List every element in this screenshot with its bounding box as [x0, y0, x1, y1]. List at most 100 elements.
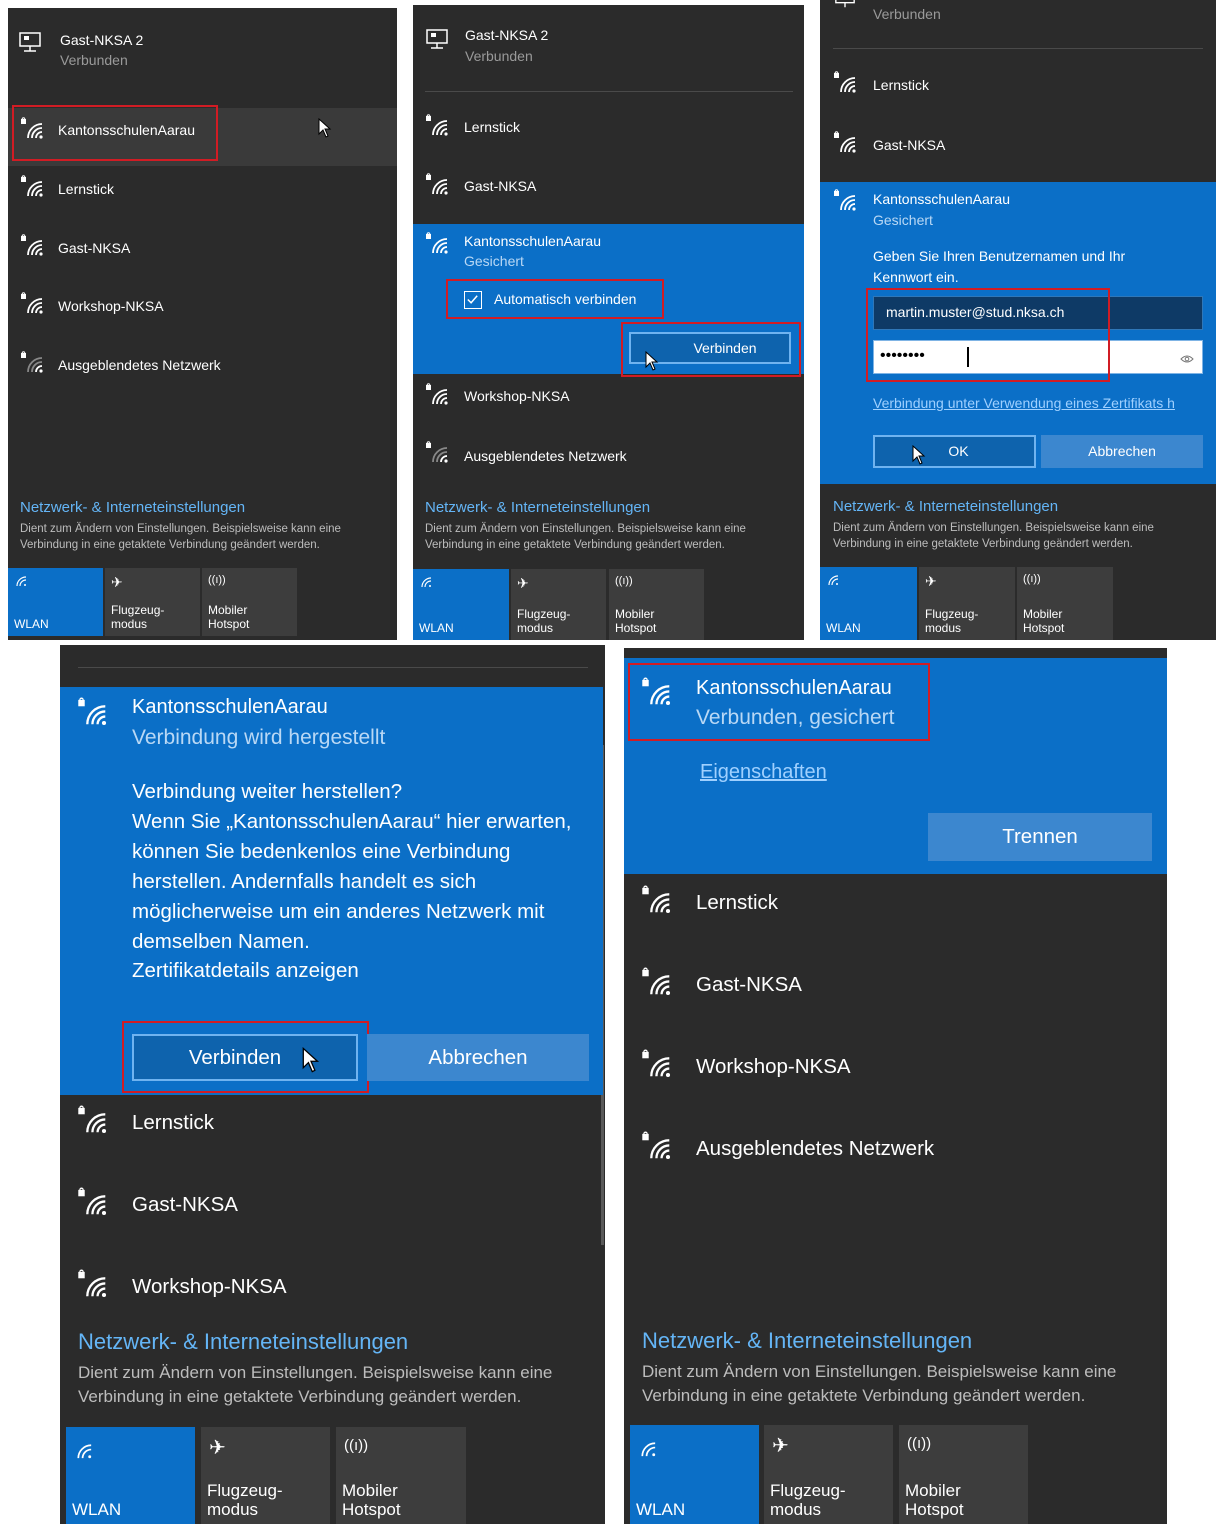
ok-button-label: OK: [948, 443, 969, 459]
wifi-lock-icon: [641, 966, 677, 1002]
hotspot-label: Mobiler Hotspot: [208, 603, 250, 632]
network-name-gast[interactable]: Gast-NKSA: [464, 178, 536, 194]
ethernet-icon: [834, 0, 856, 10]
hotspot-tile[interactable]: ((ı)) Mobiler Hotspot: [1017, 567, 1113, 640]
network-name-gast[interactable]: Gast-NKSA: [58, 240, 130, 256]
wlan-label: WLAN: [826, 621, 861, 636]
airplane-tile[interactable]: ✈ Flugzeug- modus: [105, 568, 200, 636]
settings-link[interactable]: Netzwerk- & Interneteinstellungen: [20, 499, 245, 516]
disconnect-button-label: Trennen: [1002, 825, 1078, 848]
network-name-kantons: KantonsschulenAarau: [132, 696, 328, 718]
network-status: Verbunden: [465, 48, 533, 64]
certificate-link[interactable]: Verbindung unter Verwendung eines Zertif…: [873, 395, 1203, 411]
network-status: Gesichert: [873, 212, 933, 228]
hotspot-icon: ((ı)): [208, 574, 226, 586]
airplane-icon: ✈: [517, 575, 529, 591]
wifi-lock-icon: [425, 113, 453, 141]
wlan-tile[interactable]: WLAN: [413, 569, 509, 640]
wlan-label: WLAN: [14, 617, 49, 632]
settings-link[interactable]: Netzwerk- & Interneteinstellungen: [642, 1328, 972, 1354]
eye-icon[interactable]: [1180, 351, 1194, 369]
highlight-box: [446, 279, 664, 319]
highlight-box: [122, 1021, 369, 1093]
airplane-icon: ✈: [772, 1435, 789, 1457]
panel-2: Gast-NKSA 2 Verbunden Lernstick Gast-NKS…: [413, 5, 804, 640]
airplane-tile[interactable]: ✈ Flugzeug- modus: [764, 1425, 893, 1524]
wlan-label: WLAN: [419, 621, 454, 636]
wifi-icon: [419, 575, 433, 594]
settings-link[interactable]: Netzwerk- & Interneteinstellungen: [78, 1329, 408, 1355]
network-name-lernstick[interactable]: Lernstick: [873, 77, 929, 93]
network-name-lernstick[interactable]: Lernstick: [132, 1111, 214, 1135]
airplane-icon: ✈: [209, 1437, 226, 1459]
settings-desc: Dient zum Ändern von Einstellungen. Beis…: [425, 523, 746, 551]
hotspot-tile[interactable]: ((ı)) Mobiler Hotspot: [609, 569, 704, 640]
separator: [78, 667, 588, 668]
hotspot-tile[interactable]: ((ı)) Mobiler Hotspot: [899, 1425, 1028, 1524]
network-name-workshop[interactable]: Workshop-NKSA: [696, 1055, 851, 1079]
wifi-lock-icon: [641, 884, 677, 920]
mouse-cursor-icon: [318, 117, 332, 143]
airplane-label: Flugzeug- modus: [770, 1480, 846, 1520]
wlan-tile[interactable]: WLAN: [66, 1427, 195, 1524]
certificate-details-link[interactable]: Zertifikatdetails anzeigen: [132, 956, 359, 986]
network-name-lernstick[interactable]: Lernstick: [58, 181, 114, 197]
cancel-button[interactable]: Abbrechen: [1041, 435, 1203, 468]
airplane-icon: ✈: [925, 573, 937, 589]
network-status: Verbunden: [60, 52, 128, 68]
properties-link[interactable]: Eigenschaften: [700, 761, 827, 784]
settings-link[interactable]: Netzwerk- & Interneteinstellungen: [425, 499, 650, 516]
airplane-tile[interactable]: ✈ Flugzeug- modus: [201, 1427, 330, 1524]
connect-question: Verbindung weiter herstellen?: [132, 780, 403, 803]
wifi-lock-icon: [833, 188, 861, 216]
ok-button[interactable]: OK: [873, 435, 1036, 468]
wifi-lock-icon: [425, 231, 453, 259]
highlight-box: [866, 288, 1110, 382]
connect-explanation: Wenn Sie „KantonsschulenAarau“ hier erwa…: [132, 810, 572, 953]
network-name-lernstick[interactable]: Lernstick: [696, 891, 778, 915]
mouse-cursor-icon: [912, 444, 926, 470]
airplane-tile[interactable]: ✈ Flugzeug- modus: [919, 567, 1015, 640]
airplane-label: Flugzeug- modus: [207, 1480, 283, 1520]
highlight-box: [12, 105, 218, 161]
wifi-lock-icon: [20, 291, 48, 319]
wifi-lock-icon: [77, 1268, 113, 1304]
network-name-gast2: Gast-NKSA 2: [60, 32, 144, 48]
network-name-hidden[interactable]: Ausgeblendetes Netzwerk: [696, 1137, 934, 1161]
network-name-hidden[interactable]: Ausgeblendetes Netzwerk: [58, 357, 221, 373]
network-status: Gesichert: [464, 253, 524, 269]
hotspot-tile[interactable]: ((ı)) Mobiler Hotspot: [336, 1427, 466, 1524]
wifi-lock-icon: [425, 382, 453, 410]
disconnect-button[interactable]: Trennen: [928, 813, 1152, 861]
airplane-label: Flugzeug- modus: [925, 607, 979, 636]
network-name-hidden[interactable]: Ausgeblendetes Netzwerk: [464, 448, 627, 464]
wifi-lock-icon: [77, 1104, 113, 1140]
network-name-workshop[interactable]: Workshop-NKSA: [132, 1275, 287, 1299]
hotspot-tile[interactable]: ((ı)) Mobiler Hotspot: [202, 568, 297, 636]
network-name-gast[interactable]: Gast-NKSA: [132, 1193, 238, 1217]
settings-desc: Dient zum Ändern von Einstellungen. Beis…: [833, 522, 1154, 550]
wlan-tile[interactable]: WLAN: [820, 567, 917, 640]
hotspot-icon: ((ı)): [1023, 573, 1041, 585]
separator: [833, 48, 1203, 49]
network-name-gast[interactable]: Gast-NKSA: [873, 137, 945, 153]
settings-link[interactable]: Netzwerk- & Interneteinstellungen: [833, 498, 1058, 515]
panel-4: KantonsschulenAarau Verbindung wird herg…: [60, 645, 605, 1524]
network-name-workshop[interactable]: Workshop-NKSA: [464, 388, 570, 404]
network-name-workshop[interactable]: Workshop-NKSA: [58, 298, 164, 314]
network-name-gast[interactable]: Gast-NKSA: [696, 973, 802, 997]
airplane-label: Flugzeug- modus: [517, 607, 571, 636]
wlan-tile[interactable]: WLAN: [8, 568, 103, 636]
airplane-tile[interactable]: ✈ Flugzeug- modus: [511, 569, 606, 640]
cancel-button-label: Abbrechen: [1088, 443, 1156, 459]
mouse-cursor-icon: [645, 350, 659, 376]
ethernet-icon: [425, 27, 449, 51]
cancel-button-label: Abbrechen: [428, 1046, 528, 1069]
network-status: Verbindung wird hergestellt: [132, 726, 386, 749]
airplane-icon: ✈: [111, 574, 123, 590]
wifi-lock-icon: [20, 174, 48, 202]
network-name-lernstick[interactable]: Lernstick: [464, 119, 520, 135]
wlan-tile[interactable]: WLAN: [630, 1425, 759, 1524]
hotspot-icon: ((ı)): [344, 1437, 369, 1454]
cancel-button[interactable]: Abbrechen: [367, 1034, 589, 1081]
